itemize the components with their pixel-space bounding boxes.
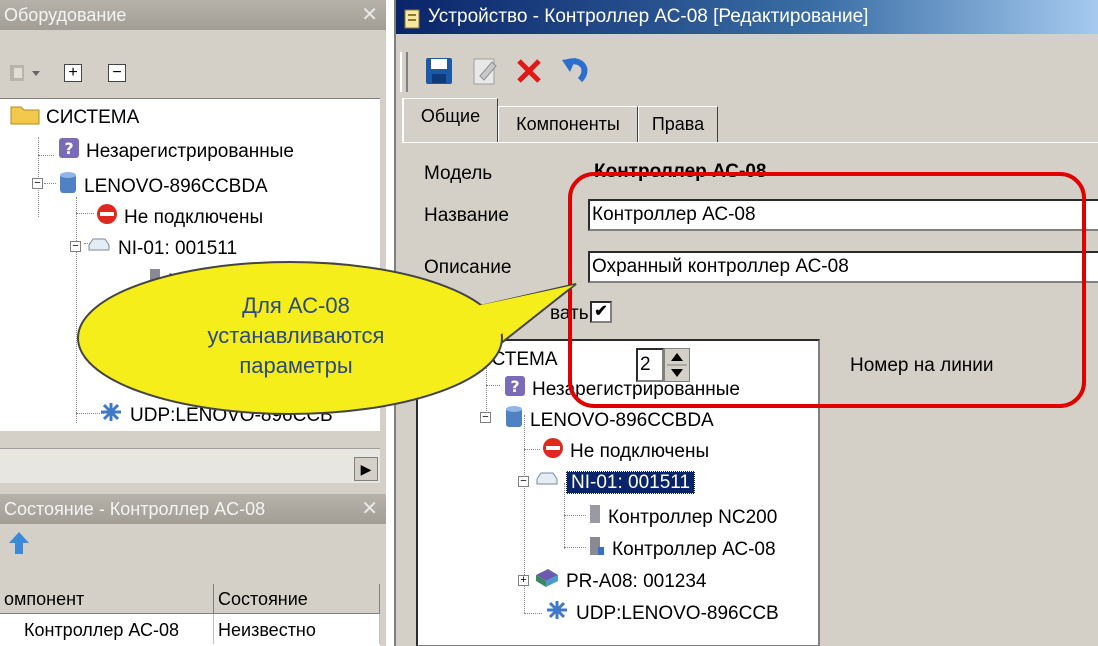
add-device-icon[interactable] bbox=[8, 60, 48, 91]
tree-expander[interactable]: + bbox=[518, 575, 529, 586]
state-panel-title: Состояние - Контроллер AC-08 bbox=[0, 494, 386, 524]
scroll-right-arrow-icon[interactable]: ▶ bbox=[354, 457, 378, 481]
tree-item-system[interactable]: ИСТЕМА bbox=[478, 347, 558, 373]
equipment-tree: СИСТЕМА ? Незарегистрированные − LENOVO-8… bbox=[0, 98, 380, 431]
window-icon bbox=[404, 7, 420, 41]
tab-components[interactable]: Компоненты bbox=[498, 106, 638, 142]
highlight-frame bbox=[568, 172, 1086, 408]
arrow-up-icon[interactable] bbox=[8, 530, 30, 561]
save-icon[interactable] bbox=[424, 56, 454, 91]
tree-item-ac08[interactable]: Контроллер АС-08 bbox=[588, 535, 776, 561]
table-cell-component[interactable]: Контроллер АС-08 bbox=[0, 614, 214, 644]
column-header-state[interactable]: Состояние bbox=[214, 584, 380, 614]
database-icon bbox=[58, 171, 78, 203]
tree-item-not-connected[interactable]: Не подключены bbox=[96, 203, 263, 229]
equipment-panel-title: Оборудование bbox=[0, 0, 386, 30]
close-icon[interactable]: ✕ bbox=[361, 0, 378, 30]
tree-item-udp[interactable]: UDP:LENOVO-896CCB bbox=[98, 401, 333, 427]
tree-expander[interactable]: − bbox=[518, 476, 529, 487]
controller-icon bbox=[588, 535, 606, 565]
tree-expander[interactable]: − bbox=[480, 412, 491, 423]
tree-item-ni01[interactable]: NI-01: 001511 bbox=[86, 235, 237, 261]
edit-icon[interactable] bbox=[470, 56, 500, 91]
tab-bar: Общие Компоненты Права bbox=[396, 98, 1098, 142]
horizontal-scrollbar[interactable]: ▶ bbox=[0, 448, 380, 483]
description-label: Описание bbox=[424, 257, 512, 278]
tree-item-not-connected[interactable]: Не подключены bbox=[542, 437, 709, 463]
svg-text:?: ? bbox=[64, 139, 73, 158]
folder-icon bbox=[10, 103, 40, 133]
tab-rights[interactable]: Права bbox=[638, 106, 718, 142]
equipment-panel-title-text: Оборудование bbox=[4, 5, 127, 25]
tree-item-udp[interactable]: UDP:LENOVO-896CCB bbox=[544, 599, 779, 625]
tree-item-controller[interactable]: Ко bbox=[148, 267, 190, 293]
toolbar-grip bbox=[400, 52, 408, 92]
tree-item-ni01-selected[interactable]: NI-01: 001511 bbox=[534, 469, 696, 497]
undo-icon[interactable] bbox=[560, 56, 594, 91]
column-header-component[interactable]: омпонент bbox=[0, 584, 214, 614]
tree-item-unregistered[interactable]: ? Незарегистрированные bbox=[58, 137, 294, 163]
no-entry-icon bbox=[542, 437, 564, 467]
network-hub-icon bbox=[98, 401, 124, 431]
equipment-panel: Оборудование ✕ + − СИСТЕМА ? Незарегистри… bbox=[0, 0, 386, 646]
tree-item-lenovo[interactable]: LENOVO-896CCBDA bbox=[58, 171, 268, 197]
name-label: Название bbox=[424, 205, 509, 226]
no-entry-icon bbox=[96, 203, 118, 233]
tree-item-pra08[interactable]: PR-A08: 001234 bbox=[534, 567, 707, 593]
window-title-bar: Устройство - Контроллер АС-08 [Редактиро… bbox=[396, 0, 1098, 34]
close-icon[interactable]: ✕ bbox=[361, 494, 378, 524]
reader-icon bbox=[534, 567, 560, 597]
tree-expander[interactable]: − bbox=[32, 178, 43, 189]
question-icon: ? bbox=[504, 375, 526, 405]
network-device-icon bbox=[86, 235, 112, 263]
tree-item-system[interactable]: СИСТЕМА bbox=[10, 103, 139, 129]
model-label: Модель bbox=[424, 163, 493, 184]
delete-icon[interactable] bbox=[514, 56, 544, 91]
tree-item-nc200[interactable]: Контроллер NC200 bbox=[588, 503, 777, 529]
question-icon: ? bbox=[58, 137, 80, 167]
svg-text:?: ? bbox=[510, 377, 519, 396]
controller-icon bbox=[148, 267, 162, 297]
tree-expander[interactable]: − bbox=[70, 241, 81, 252]
expand-all-button[interactable]: + bbox=[64, 64, 82, 82]
network-hub-icon bbox=[544, 599, 570, 629]
database-icon bbox=[504, 405, 524, 437]
controller-icon bbox=[588, 503, 602, 533]
tree-item-lenovo[interactable]: LENOVO-896CCBDA bbox=[504, 405, 714, 431]
state-grid: омпонент Состояние Контроллер АС-08 Неиз… bbox=[0, 584, 380, 646]
tab-general[interactable]: Общие bbox=[402, 98, 498, 142]
network-device-icon bbox=[534, 469, 560, 497]
table-cell-state[interactable]: Неизвестно bbox=[214, 614, 380, 644]
state-panel-title-text: Состояние - Контроллер AC-08 bbox=[4, 499, 266, 519]
collapse-all-button[interactable]: − bbox=[108, 64, 126, 82]
window-title: Устройство - Контроллер АС-08 [Редактиро… bbox=[428, 6, 869, 27]
